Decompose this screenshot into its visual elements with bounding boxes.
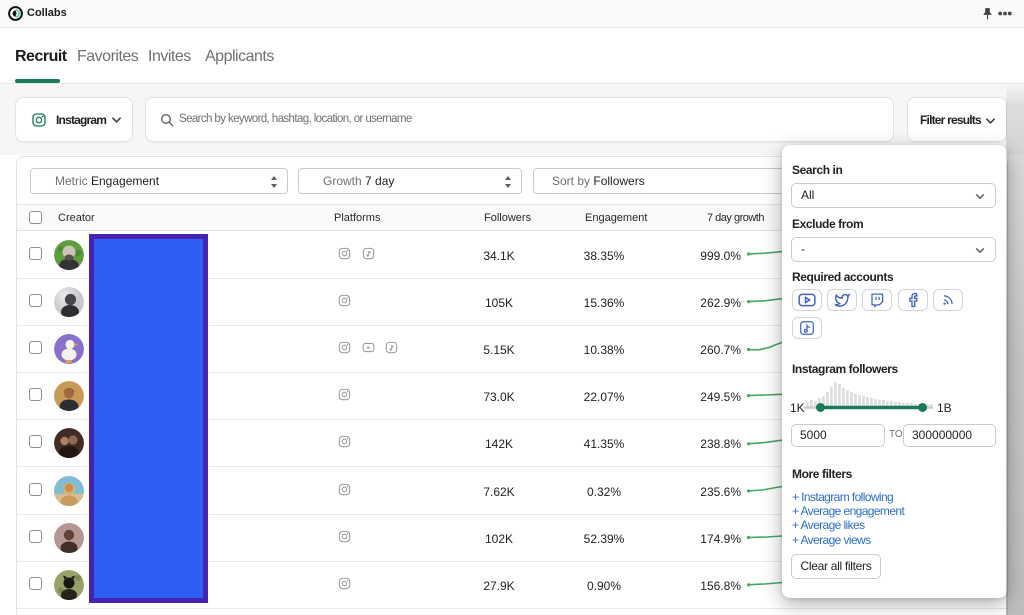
svg-text:1B: 1B	[937, 401, 952, 413]
svg-text:1K: 1K	[790, 401, 805, 413]
